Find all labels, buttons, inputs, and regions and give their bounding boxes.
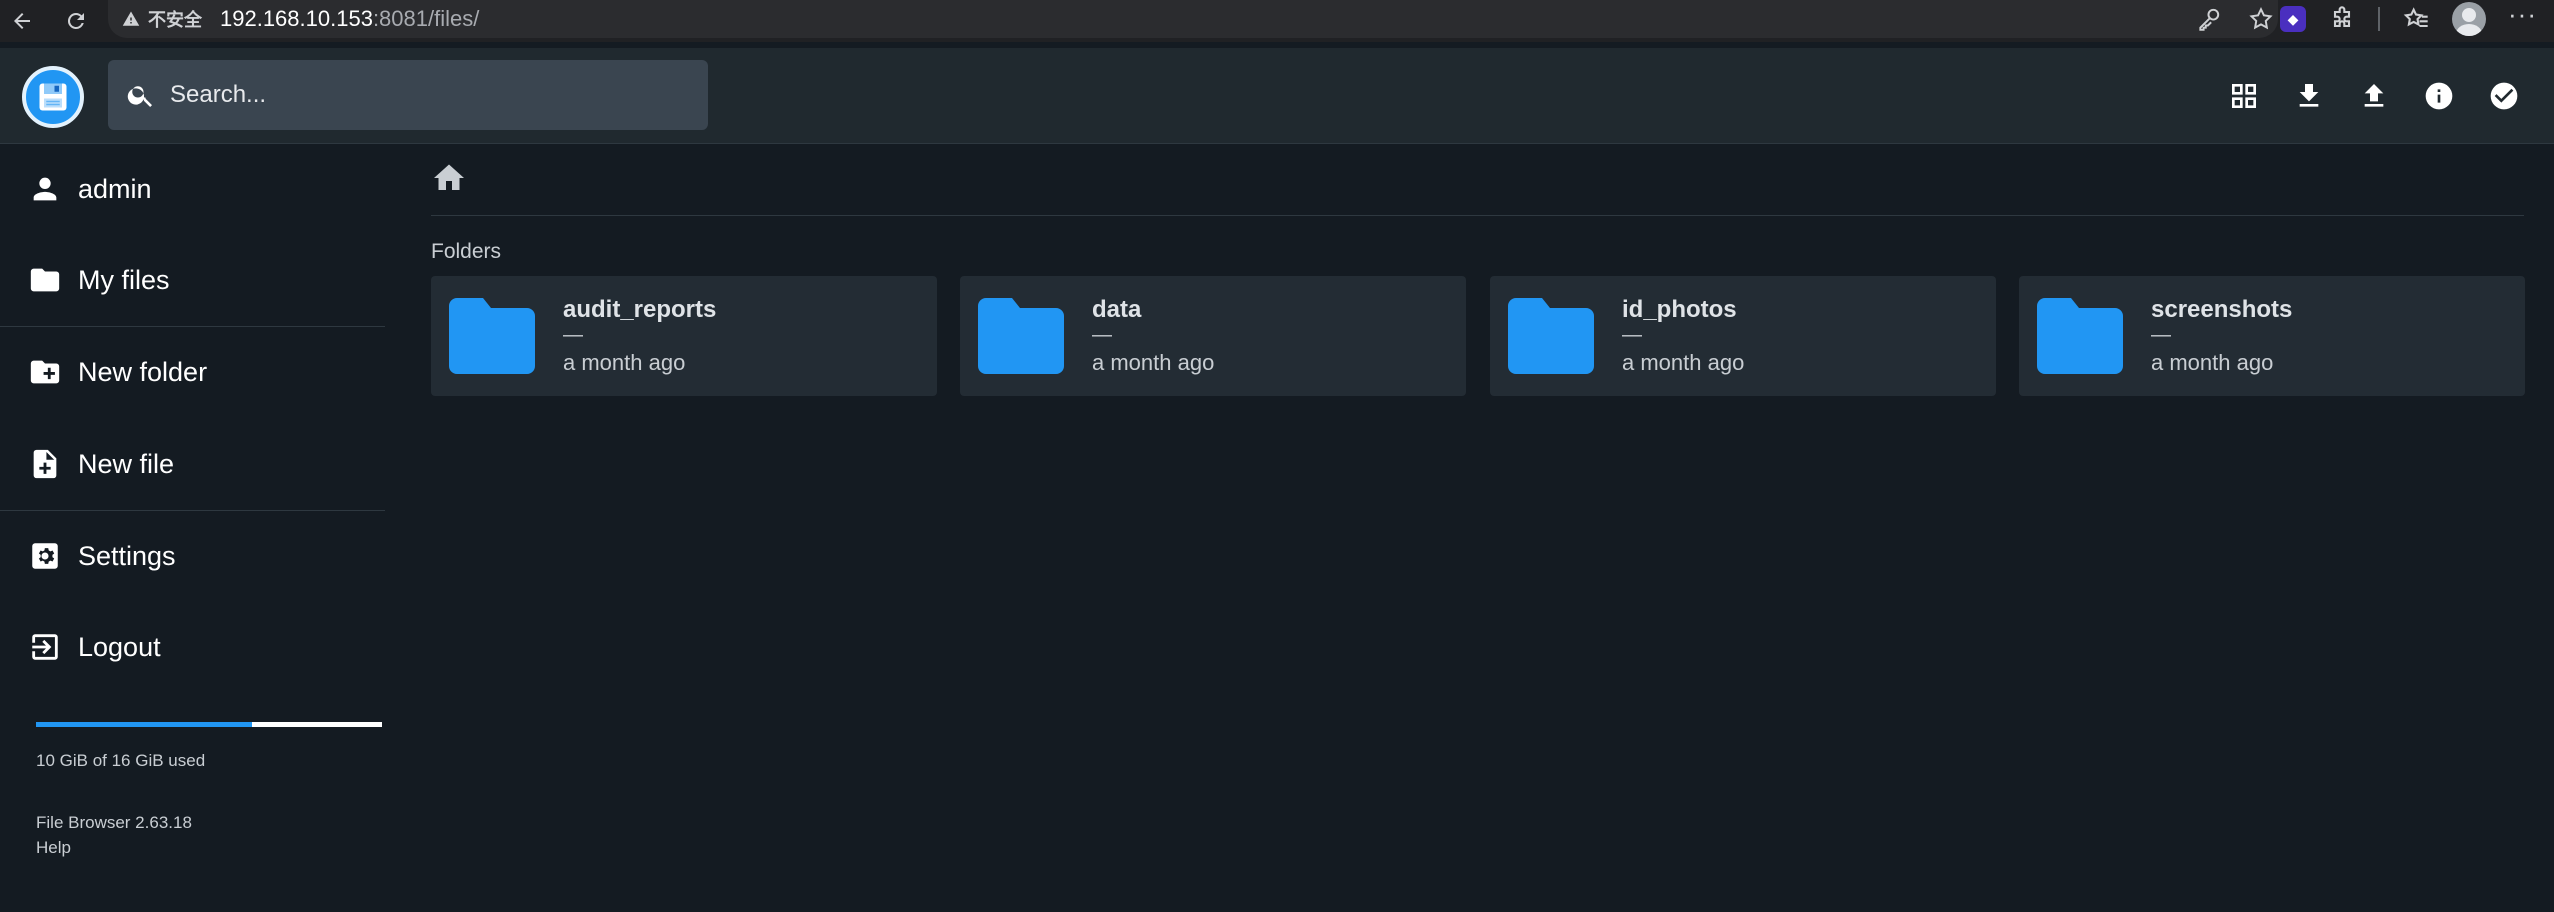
sidebar-divider (0, 326, 385, 327)
exit-icon (32, 634, 58, 660)
extension-icon[interactable]: ◆ (2280, 6, 2306, 32)
usage-progress-bar (36, 722, 382, 727)
folder-item[interactable]: data — a month ago (960, 276, 1466, 396)
storage-usage: 10 GiB of 16 GiB used (36, 722, 382, 771)
breadcrumb (431, 158, 2524, 216)
folder-name: audit_reports (563, 296, 717, 323)
usage-progress-fill (36, 722, 253, 727)
header-actions (2211, 48, 2554, 144)
home-icon (434, 164, 464, 190)
folder-icon (449, 298, 535, 374)
sidebar-item-label: admin (78, 173, 152, 204)
arrow-back-icon (14, 13, 30, 29)
sidebar-item-label: Settings (78, 540, 176, 571)
search-box[interactable] (108, 60, 708, 130)
sidebar-item-label: New folder (78, 356, 208, 387)
person-icon (33, 177, 57, 201)
sidebar-item-label: Logout (78, 631, 161, 662)
app-header (0, 48, 2554, 144)
folder-item[interactable]: screenshots — a month ago (2019, 276, 2525, 396)
folder-size: — (563, 324, 583, 346)
switch-view-button[interactable] (2211, 64, 2276, 129)
folder-icon (978, 298, 1064, 374)
reload-button[interactable] (54, 0, 98, 42)
version-text: File Browser 2.63.18 (36, 813, 192, 832)
folder-modified: a month ago (2151, 350, 2274, 375)
select-multiple-button[interactable] (2471, 64, 2536, 129)
toolbar-divider (2378, 7, 2380, 31)
download-button[interactable] (2276, 64, 2341, 129)
sidebar-item-new-file[interactable]: New file (0, 429, 385, 499)
logo[interactable] (22, 66, 84, 128)
profile-avatar[interactable] (2452, 2, 2486, 36)
sidebar-item-logout[interactable]: Logout (0, 612, 385, 682)
folder-name: data (1092, 296, 1142, 323)
favorites-icon (2403, 7, 2428, 28)
help-link[interactable]: Help (36, 835, 192, 860)
folder-size: — (1622, 324, 1642, 346)
puzzle-icon (2333, 6, 2351, 28)
insecure-label[interactable]: 不安全 (148, 6, 202, 32)
folder-item[interactable]: id_photos — a month ago (1490, 276, 1996, 396)
grid-view-icon (2231, 84, 2256, 108)
sidebar-item-my-files[interactable]: My files (0, 245, 385, 315)
download-icon (2299, 84, 2318, 107)
check-circle-icon (2490, 82, 2517, 110)
settings-icon (32, 543, 58, 569)
floppy-disk-icon (39, 83, 67, 111)
favorites-button[interactable] (2402, 5, 2430, 33)
upload-icon (2364, 84, 2383, 107)
folder-name: screenshots (2151, 296, 2293, 323)
more-menu-icon[interactable]: ··· (2508, 1, 2537, 27)
password-key-button[interactable] (2196, 6, 2222, 32)
bookmark-star-button[interactable] (2248, 6, 2274, 32)
note-add-icon (33, 449, 57, 479)
folder-modified: a month ago (563, 350, 686, 375)
url-host: 192.168.10.153 (220, 6, 373, 31)
upload-button[interactable] (2341, 64, 2406, 129)
sidebar-divider (0, 510, 385, 511)
folder-name: id_photos (1622, 296, 1737, 323)
sidebar-item-new-folder[interactable]: New folder (0, 337, 385, 407)
sidebar: admin My files New folder New file Setti… (0, 144, 385, 912)
folder-item[interactable]: audit_reports — a month ago (431, 276, 937, 396)
url-path: :8081/files/ (372, 6, 480, 31)
sidebar-item-settings[interactable]: Settings (0, 521, 385, 591)
folder-icon (30, 268, 60, 292)
section-title: Folders (431, 240, 502, 263)
warning-icon (122, 11, 140, 26)
star-icon (2249, 7, 2273, 30)
back-button[interactable] (0, 0, 44, 42)
folder-icon (1508, 298, 1594, 374)
sidebar-footer: File Browser 2.63.18 Help (36, 810, 192, 860)
usage-text: 10 GiB of 16 GiB used (36, 751, 206, 770)
address-bar[interactable]: 不安全 192.168.10.153:8081/files/ (108, 0, 2278, 38)
folder-size: — (2151, 324, 2171, 346)
browser-toolbar: 不安全 192.168.10.153:8081/files/ ◆ ··· (0, 0, 2554, 42)
key-icon (2199, 8, 2220, 31)
info-button[interactable] (2406, 64, 2471, 129)
sidebar-item-label: New file (78, 448, 175, 479)
folder-modified: a month ago (1092, 350, 1215, 375)
create-new-folder-icon (30, 360, 60, 384)
search-input[interactable] (170, 81, 690, 109)
sidebar-item-user[interactable]: admin (0, 154, 385, 224)
search-icon (127, 86, 152, 107)
folder-size: — (1092, 324, 1112, 346)
info-icon (2425, 82, 2452, 110)
folder-icon (2037, 298, 2123, 374)
sidebar-item-label: My files (78, 264, 170, 295)
breadcrumb-home[interactable] (431, 160, 2524, 196)
extensions-button[interactable] (2328, 5, 2356, 33)
reload-icon (67, 12, 84, 29)
folder-modified: a month ago (1622, 350, 1745, 375)
